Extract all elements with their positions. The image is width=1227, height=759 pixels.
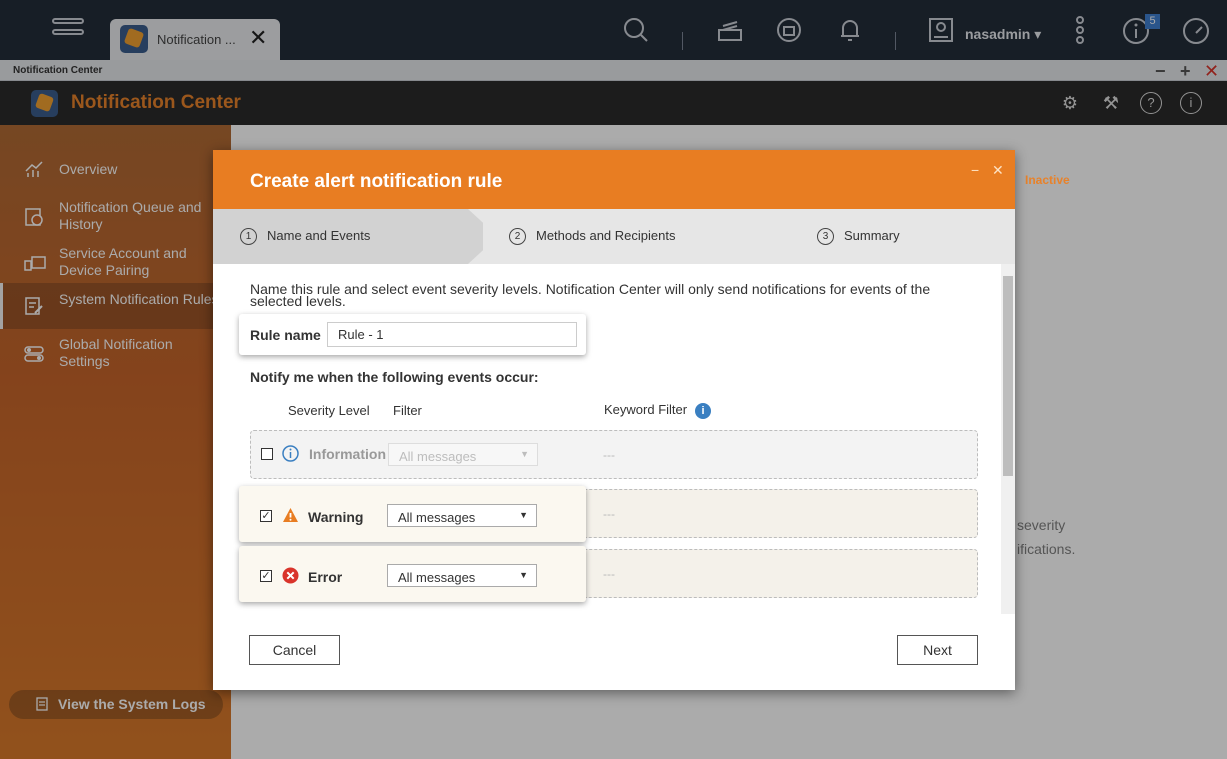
information-icon (282, 445, 299, 462)
dropdown-arrow-icon: ▼ (519, 570, 528, 580)
column-keyword-filter: Keyword Filter i (604, 402, 712, 419)
information-checkbox[interactable] (261, 448, 273, 460)
warning-row-highlight: ✓ Warning All messages ▼ (239, 486, 586, 542)
step-label: Summary (844, 228, 900, 243)
warning-label: Warning (308, 509, 364, 525)
rule-name-input[interactable] (327, 322, 577, 347)
dropdown-arrow-icon: ▼ (520, 449, 529, 459)
status-inactive: Inactive (1025, 173, 1070, 187)
dialog-header: Create alert notification rule − ✕ (213, 150, 1015, 209)
severity-row-information: Information All messages ▼ --- (250, 430, 978, 479)
warning-filter-select[interactable]: All messages ▼ (387, 504, 537, 527)
error-checkbox[interactable]: ✓ (260, 570, 272, 582)
create-rule-dialog: Create alert notification rule − ✕ 1 Name… (213, 150, 1015, 690)
step-summary: 3 Summary (817, 228, 900, 246)
notify-label: Notify me when the following events occu… (250, 369, 539, 385)
step-number: 2 (509, 228, 526, 246)
step-label: Methods and Recipients (536, 228, 676, 243)
information-filter-select[interactable]: All messages ▼ (388, 443, 538, 466)
step-label: Name and Events (267, 228, 371, 243)
dialog-minimize-button[interactable]: − (971, 162, 979, 178)
warning-triangle-icon (282, 507, 299, 524)
cancel-button[interactable]: Cancel (249, 635, 340, 665)
error-x-icon (282, 567, 299, 584)
step-name-and-events: 1 Name and Events (240, 228, 371, 246)
error-filter-select[interactable]: All messages ▼ (387, 564, 537, 587)
wizard-steps: 1 Name and Events 2 Methods and Recipients… (213, 209, 1015, 264)
error-row-highlight: ✓ Error All messages ▼ (239, 546, 586, 602)
next-button[interactable]: Next (897, 635, 978, 665)
column-filter: Filter (393, 403, 422, 418)
column-keyword-label: Keyword Filter (604, 402, 688, 417)
dialog-intro-text: Name this rule and select event severity… (250, 281, 931, 309)
step-methods-recipients: 2 Methods and Recipients (509, 228, 676, 246)
background-text: ifications. (1017, 541, 1076, 557)
select-value: All messages (398, 570, 476, 585)
warning-checkbox[interactable]: ✓ (260, 510, 272, 522)
column-severity-level: Severity Level (288, 403, 370, 418)
keyword-filter-value: --- (603, 507, 615, 521)
keyword-filter-value: --- (603, 567, 615, 581)
rule-name-label: Rule name (250, 327, 321, 343)
background-text: severity (1017, 517, 1066, 533)
select-value: All messages (398, 510, 476, 525)
scrollbar-thumb[interactable] (1003, 276, 1013, 476)
dialog-scrollbar[interactable] (1001, 264, 1015, 614)
dialog-title: Create alert notification rule (250, 171, 503, 192)
step-number: 1 (240, 228, 257, 246)
select-value: All messages (399, 449, 477, 464)
step-number: 3 (817, 228, 834, 246)
dialog-close-button[interactable]: ✕ (992, 162, 1004, 179)
information-label: Information (309, 446, 386, 462)
error-label: Error (308, 569, 343, 585)
info-icon[interactable]: i (695, 402, 712, 419)
keyword-filter-value: --- (603, 448, 615, 462)
dropdown-arrow-icon: ▼ (519, 510, 528, 520)
